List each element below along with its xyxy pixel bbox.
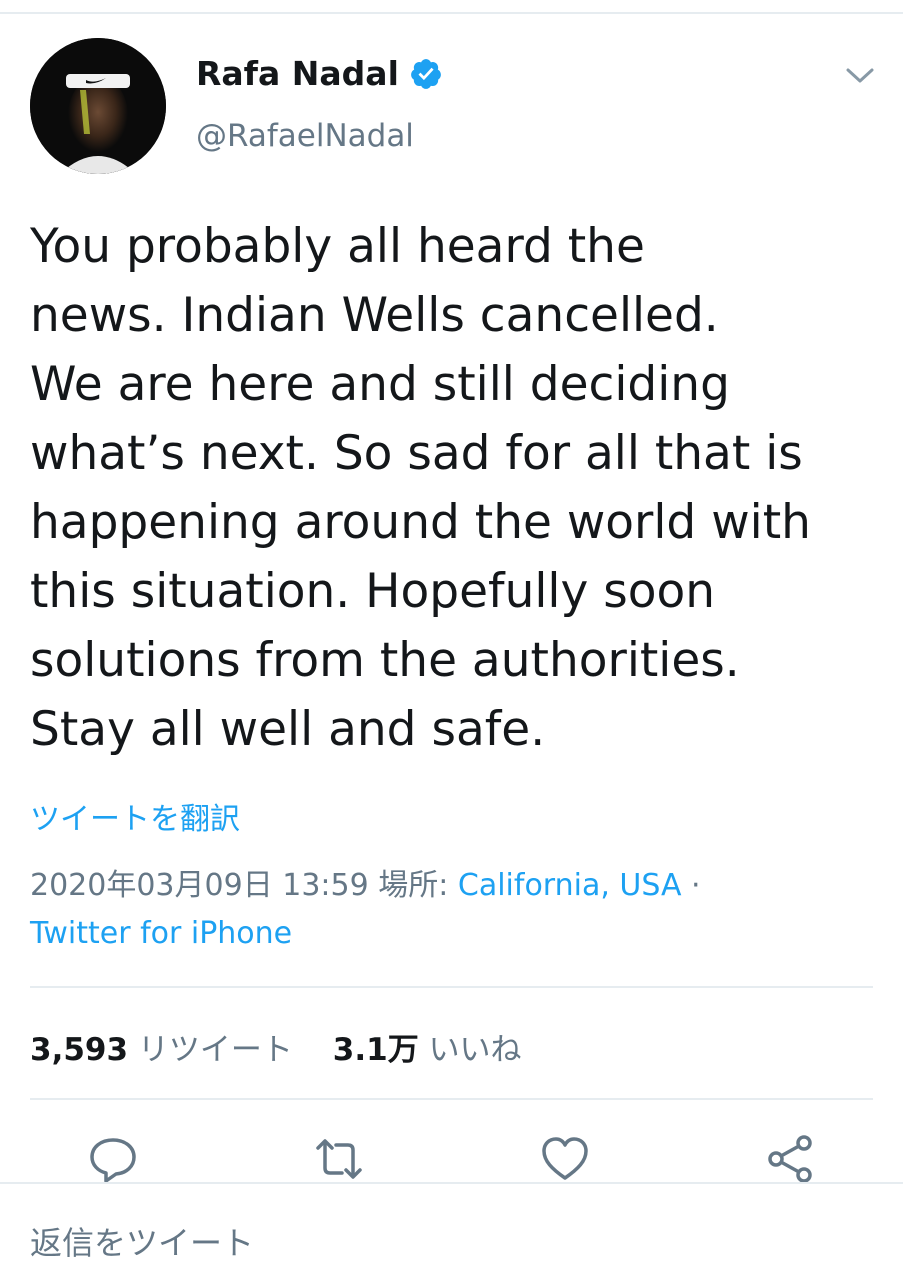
tweet-line: Stay all well and safe. <box>30 702 546 757</box>
avatar-photo <box>30 38 166 174</box>
retweet-icon[interactable] <box>314 1134 364 1184</box>
meta-separator: · <box>691 868 701 903</box>
tweet-timestamp[interactable]: 2020年03月09日 13:59 <box>30 868 369 903</box>
display-name-row[interactable]: Rafa Nadal <box>196 54 443 93</box>
retweets-label: リツイート <box>137 1032 293 1068</box>
chevron-down-icon[interactable] <box>842 62 878 88</box>
top-divider <box>0 12 903 14</box>
divider <box>30 986 873 988</box>
meta-row-2: Twitter for iPhone <box>30 910 880 958</box>
verified-badge-icon <box>411 58 441 89</box>
tweet-line: news. Indian Wells cancelled. <box>30 288 719 343</box>
avatar[interactable] <box>30 38 166 174</box>
tweet-line: this situation. Hopefully soon <box>30 564 716 619</box>
divider <box>0 1182 903 1184</box>
location-link[interactable]: California, USA <box>458 868 682 903</box>
tweet-line: what’s next. So sad for all that is <box>30 426 803 481</box>
tweet-meta: 2020年03月09日 13:59 場所: California, USA · … <box>30 862 880 958</box>
location-label: 場所: <box>378 868 449 903</box>
retweets-stat[interactable]: 3,593 リツイート <box>30 1024 293 1069</box>
likes-label: いいね <box>428 1032 522 1068</box>
tweet-text: You probably all heard the news. Indian … <box>30 212 880 764</box>
translate-tweet-link[interactable]: ツイートを翻訳 <box>30 794 240 838</box>
divider <box>30 1098 873 1100</box>
display-name[interactable]: Rafa Nadal <box>196 54 399 93</box>
tweet-line: solutions from the authorities. <box>30 633 740 688</box>
tweet-line: happening around the world with <box>30 495 811 550</box>
user-handle[interactable]: @RafaelNadal <box>196 118 414 154</box>
heart-icon[interactable] <box>540 1134 590 1184</box>
source-link[interactable]: Twitter for iPhone <box>30 916 292 951</box>
reply-icon[interactable] <box>88 1134 138 1184</box>
likes-count: 3.1万 <box>332 1032 419 1068</box>
tweet-line: We are here and still deciding <box>30 357 730 412</box>
tweet-line: You probably all heard the <box>30 219 645 274</box>
share-icon[interactable] <box>766 1134 816 1184</box>
likes-stat[interactable]: 3.1万 いいね <box>333 1024 522 1069</box>
reply-input[interactable]: 返信をツイート <box>30 1218 254 1264</box>
retweets-count: 3,593 <box>30 1032 129 1068</box>
tweet-stats: 3,593 リツイート 3.1万 いいね <box>30 1024 552 1069</box>
meta-row-1: 2020年03月09日 13:59 場所: California, USA · <box>30 862 880 910</box>
